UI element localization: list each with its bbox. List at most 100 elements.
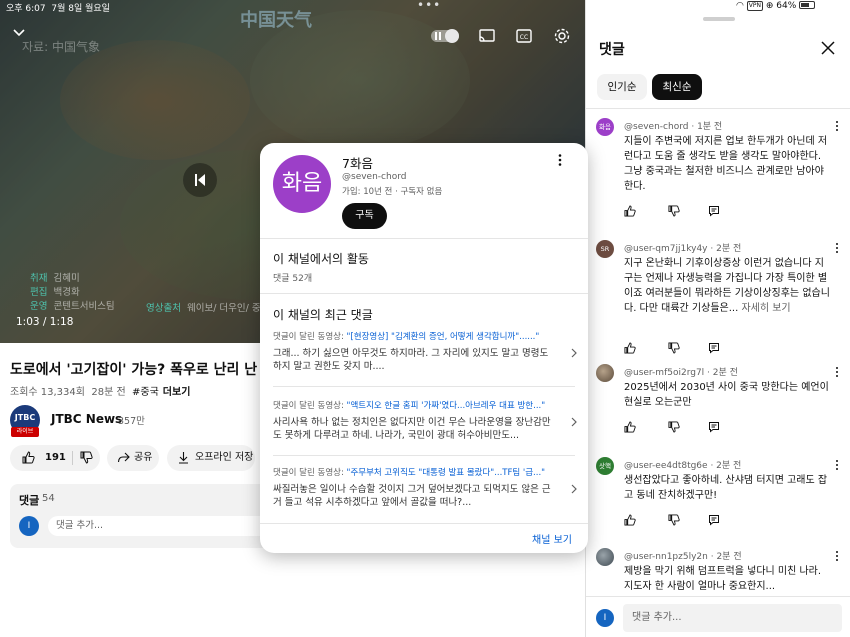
close-icon[interactable] bbox=[820, 40, 836, 56]
comment-author[interactable]: @user-qm7jj1ky4y bbox=[624, 244, 708, 254]
vpn-badge: VPN bbox=[746, 1, 763, 11]
video-meta[interactable]: 조회수 13,334회 28분 전 #중국 더보기 bbox=[10, 383, 190, 398]
commenter-avatar[interactable]: 화음 bbox=[596, 118, 614, 136]
svg-text:CC: CC bbox=[520, 34, 528, 41]
recent-comment-item[interactable]: 댓글이 달린 동영상: "주무부처 고위직도 "대통령 발표 몰랐다"...TF… bbox=[273, 466, 578, 509]
comment-actions bbox=[624, 421, 734, 435]
sort-chip-newest[interactable]: 최신순 bbox=[652, 74, 702, 100]
thumbs-up-icon[interactable] bbox=[624, 205, 636, 217]
thumbs-down-icon[interactable] bbox=[80, 451, 93, 464]
previous-button[interactable] bbox=[183, 163, 217, 197]
more-link[interactable]: 더보기 bbox=[163, 387, 191, 398]
comment-text: 2025년에서 2030년 사이 중국 망한다는 예언이 현실로 오는군만 bbox=[624, 382, 829, 408]
reply-icon[interactable] bbox=[708, 514, 720, 526]
comment-text: 지들이 주변국에 저지른 업보 한두개가 아닌데 저런다고 도움 줄 생각도 받… bbox=[624, 136, 828, 192]
thumbs-down-icon[interactable] bbox=[668, 421, 680, 433]
comment-actions bbox=[624, 342, 734, 356]
profile-name: 7화음 bbox=[342, 156, 373, 171]
comments-count: 54 bbox=[42, 493, 55, 504]
comment-author[interactable]: @seven-chord bbox=[624, 122, 688, 132]
comment-text: 생선잡았다고 좋아하네. 산샤댐 터지면 고래도 잡고 동네 잔치하겠구만! bbox=[624, 475, 828, 501]
profile-avatar[interactable]: 화음 bbox=[273, 155, 331, 213]
thumbs-down-icon[interactable] bbox=[668, 514, 680, 526]
video-source-text: 자료: 中国气象 bbox=[22, 40, 100, 54]
comment-text: 지구 온난화니 기후이상증상 이런거 없습니다 지구는 언제나 자생능력을 가집… bbox=[624, 258, 830, 314]
comments-panel-title: 댓글 bbox=[599, 42, 625, 58]
multitasking-dots-icon[interactable]: ••• bbox=[417, 0, 441, 12]
like-dislike-button[interactable]: 191 bbox=[10, 445, 100, 471]
drag-handle[interactable] bbox=[703, 17, 735, 21]
share-icon bbox=[117, 452, 130, 463]
chevron-down-icon[interactable] bbox=[12, 26, 26, 40]
recent-comment-item[interactable]: 댓글이 달린 동영상: "액트지오 한글 홈피 '가짜'였다...아브레우 대표… bbox=[273, 399, 578, 442]
add-comment-input[interactable]: 댓글 추가... bbox=[48, 516, 278, 536]
more-vert-icon[interactable] bbox=[832, 242, 842, 254]
video-source-credit: 영상출처 웨이보/ 더우인/ 중 bbox=[146, 303, 261, 314]
thumbs-down-icon[interactable] bbox=[668, 205, 680, 217]
more-vert-icon[interactable] bbox=[832, 366, 842, 378]
channel-name[interactable]: JTBC News bbox=[51, 412, 122, 426]
offline-save-button[interactable]: 오프라인 저장 bbox=[167, 445, 255, 471]
thumbs-up-icon[interactable] bbox=[22, 451, 35, 464]
wifi-icon: ◠ bbox=[736, 1, 744, 11]
cast-icon[interactable] bbox=[478, 27, 496, 45]
battery-icon bbox=[799, 1, 816, 9]
chevron-right-icon bbox=[571, 417, 577, 427]
commenter-avatar[interactable]: SR bbox=[596, 240, 614, 258]
comments-panel: ◠ VPN ⊕ 64% 댓글 인기순 최신순 화음 @seven-chord ·… bbox=[585, 0, 850, 637]
add-comment-input[interactable]: 댓글 추가... bbox=[623, 604, 842, 632]
video-timecode: 1:03 / 1:18 bbox=[16, 316, 74, 328]
thumbs-up-icon[interactable] bbox=[624, 514, 636, 526]
status-bar-right: ◠ VPN ⊕ 64% bbox=[736, 1, 816, 11]
thumbs-up-icon[interactable] bbox=[624, 342, 636, 354]
comment-time: 2분 전 bbox=[716, 461, 742, 471]
sort-chip-popular[interactable]: 인기순 bbox=[597, 74, 647, 100]
download-icon bbox=[179, 452, 188, 464]
settings-gear-icon[interactable] bbox=[553, 27, 571, 45]
comment-time: 2분 전 bbox=[716, 552, 742, 562]
comment-author[interactable]: @user-nn1pz5ly2n bbox=[624, 552, 708, 562]
subscribe-button[interactable]: 구독 bbox=[342, 203, 387, 229]
share-button[interactable]: 공유 bbox=[107, 445, 159, 471]
battery-percent: 64% bbox=[776, 1, 797, 11]
commenter-avatar[interactable] bbox=[596, 364, 614, 382]
more-vert-icon[interactable] bbox=[553, 153, 567, 167]
comment-author[interactable]: @user-mf5oi2rg7l bbox=[624, 368, 704, 378]
more-vert-icon[interactable] bbox=[832, 120, 842, 132]
chevron-right-icon bbox=[571, 484, 577, 494]
channel-profile-card: 화음 7화음 @seven-chord 가입: 10년 전 · 구독자 없음 구… bbox=[260, 143, 588, 553]
comment-actions bbox=[624, 514, 734, 528]
reply-icon[interactable] bbox=[708, 421, 720, 433]
like-count: 191 bbox=[45, 452, 66, 463]
more-vert-icon[interactable] bbox=[832, 550, 842, 562]
live-badge: 라이브 bbox=[11, 427, 39, 437]
comment-author[interactable]: @user-ee4dt8tg6e bbox=[624, 461, 708, 471]
comments-label: 댓글 bbox=[19, 494, 40, 507]
comment-time: 2분 전 bbox=[712, 368, 738, 378]
reply-icon[interactable] bbox=[708, 342, 720, 354]
chevron-right-icon bbox=[571, 348, 577, 358]
commenter-avatar[interactable] bbox=[596, 548, 614, 566]
thumbs-up-icon[interactable] bbox=[624, 421, 636, 433]
channel-row[interactable]: JTBC 라이브 JTBC News 357만 bbox=[10, 405, 270, 437]
comment-composer: I 댓글 추가... bbox=[586, 596, 850, 637]
reply-icon[interactable] bbox=[708, 205, 720, 217]
status-time: 오후 6:07 7월 8일 월요일 bbox=[6, 4, 110, 14]
view-channel-link[interactable]: 채널 보기 bbox=[532, 531, 572, 546]
captions-icon[interactable]: CC bbox=[515, 27, 533, 45]
read-more-link[interactable]: 자세히 보기 bbox=[741, 303, 790, 314]
activity-count: 댓글 52개 bbox=[273, 274, 313, 284]
comment-time: 1분 전 bbox=[697, 122, 723, 132]
more-vert-icon[interactable] bbox=[832, 459, 842, 471]
comment-text: 제방을 막기 위해 덤프트럭을 넣다니 미친 나라. 지도자 한 사람이 얼마나… bbox=[624, 566, 822, 592]
comments-teaser[interactable]: 댓글 54 I 댓글 추가... bbox=[10, 484, 280, 548]
thumbs-down-icon[interactable] bbox=[668, 342, 680, 354]
activity-title: 이 채널에서의 활동 bbox=[273, 252, 369, 266]
profile-joined: 가입: 10년 전 · 구독자 없음 bbox=[342, 187, 443, 197]
commenter-avatar[interactable]: 삿핵 bbox=[596, 457, 614, 475]
recent-comment-item[interactable]: 댓글이 달린 동영상: "[현장영상] "김계환의 증언, 어떻게 생각합니까"… bbox=[273, 330, 578, 373]
autoplay-toggle[interactable] bbox=[431, 29, 459, 43]
video-credits: 취재 김혜미 편집 백경화 운영 콘텐트서비스팀 bbox=[30, 273, 115, 312]
video-title[interactable]: 도로에서 '고기잡이' 가능? 폭우로 난리 난 중국 bbox=[10, 359, 288, 379]
pause-icon bbox=[435, 32, 437, 40]
